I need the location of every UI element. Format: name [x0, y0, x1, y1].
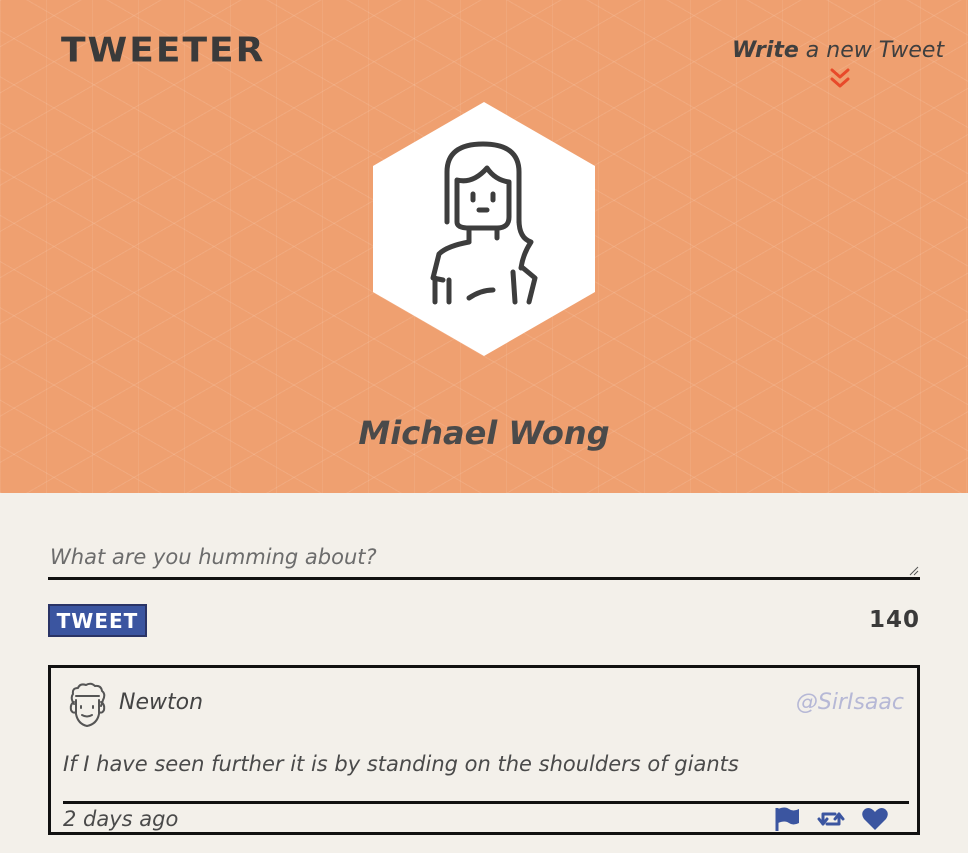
retweet-icon[interactable] — [817, 806, 845, 832]
tweet-author-handle[interactable]: @SirIsaac — [796, 690, 904, 715]
heart-icon[interactable] — [861, 806, 889, 832]
tweet-submit-button[interactable]: TWEET — [48, 604, 147, 637]
tweet-author-name: Newton — [119, 690, 204, 715]
profile-avatar — [373, 102, 595, 356]
resize-grip-icon[interactable] — [909, 566, 919, 576]
compose-toggle-bold: Write — [732, 38, 799, 63]
profile-header: TWEETER Write a new Tweet Michael Wong — [0, 0, 968, 493]
compose-toggle-rest: a new Tweet — [798, 38, 945, 63]
character-counter: 140 — [868, 607, 920, 633]
tweet-divider — [63, 801, 909, 804]
flag-icon[interactable] — [773, 806, 801, 832]
profile-name: Michael Wong — [358, 414, 610, 452]
double-chevron-down-icon[interactable] — [830, 68, 850, 90]
tweet-actions — [773, 806, 889, 832]
tweet-card: Newton @SirIsaac If I have seen further … — [48, 665, 920, 835]
compose-toggle-label: Write a new Tweet — [732, 38, 944, 63]
write-new-tweet-toggle[interactable]: Write a new Tweet — [732, 38, 944, 88]
tweet-body: If I have seen further it is by standing… — [63, 752, 739, 776]
brand-logo[interactable]: TWEETER — [61, 31, 265, 70]
tweet-compose-textarea[interactable] — [48, 540, 920, 580]
tweet-timestamp: 2 days ago — [63, 807, 179, 831]
author-avatar — [69, 682, 106, 727]
